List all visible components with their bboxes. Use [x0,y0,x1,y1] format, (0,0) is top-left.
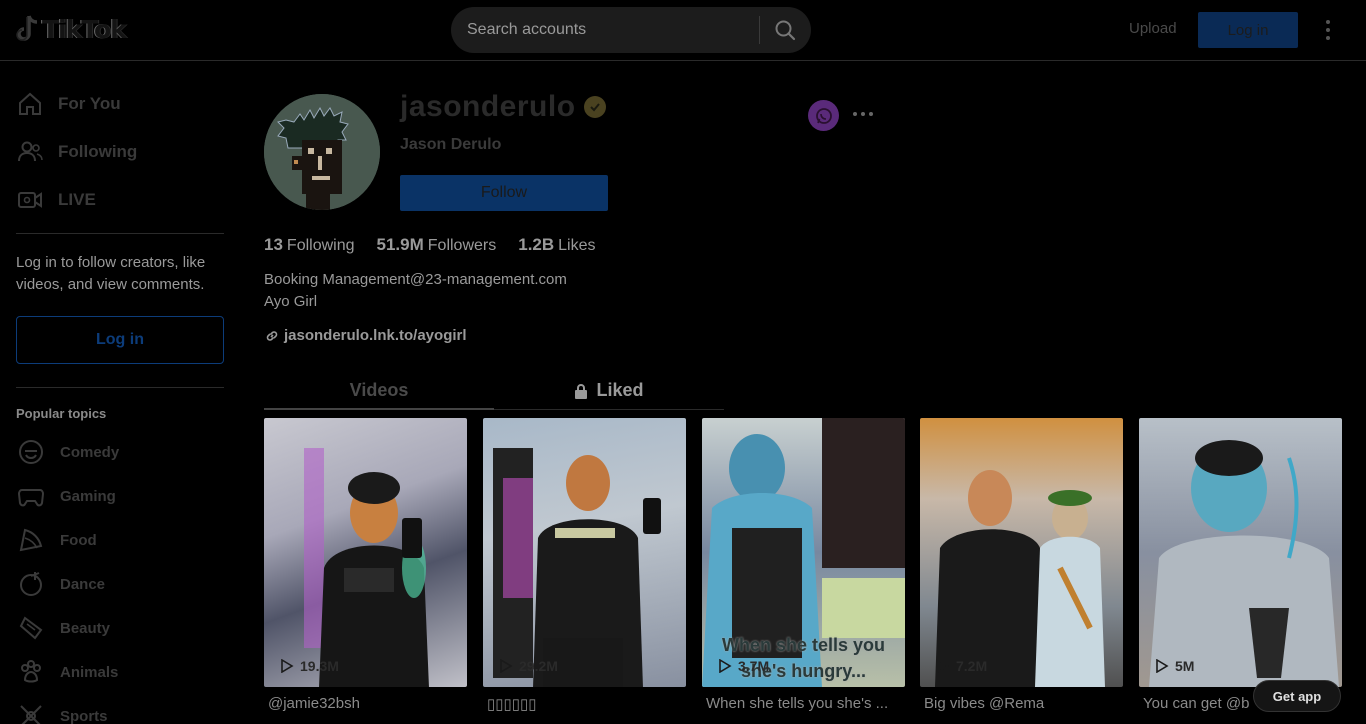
play-icon [1156,659,1169,673]
sidebar-item-label: LIVE [58,190,96,209]
profile-tabs: Videos Liked [264,372,724,410]
more-options-icon[interactable] [1318,18,1338,42]
play-icon [937,659,950,673]
topic-label: Dance [60,575,106,593]
video-views: 7.2M [936,658,987,674]
topic-dance[interactable]: Dance [16,569,105,599]
logo-text: TikTok [42,14,127,44]
lock-icon [575,383,588,399]
video-thumbnail[interactable]: When she tells you she's hungry... 3.7M [702,418,905,687]
whatsapp-share-icon[interactable] [808,100,839,131]
sidebar-item-for-you[interactable]: For You [16,90,121,118]
sidebar-divider [16,387,224,388]
bio-line: Ayo Girl [264,293,318,310]
play-icon [500,659,513,673]
paw-icon [16,657,46,687]
login-prompt-text: Log in to follow creators, like videos, … [16,254,206,293]
profile-avatar[interactable] [264,94,380,210]
profile-stats: 13 Following 51.9M Followers 1.2B Likes [264,235,596,255]
play-icon [281,659,294,673]
video-caption[interactable]: You can get @b [1143,695,1253,712]
topic-gaming[interactable]: Gaming [16,481,116,511]
link-text: jasonderulo.lnk.to/ayogirl [284,327,467,344]
tiktok-logo[interactable]: TikTok [16,14,127,44]
topic-comedy[interactable]: Comedy [16,437,119,467]
video-views: 19.3M [280,658,339,674]
video-thumbnail[interactable]: 19.3M [264,418,467,687]
sidebar-item-following[interactable]: Following [16,138,137,166]
topic-label: Comedy [60,443,120,461]
search-divider [759,16,760,44]
more-actions-icon[interactable] [853,112,873,116]
video-thumbnail[interactable]: 5M [1139,418,1342,687]
search-button[interactable] [769,15,801,45]
profile-username: jasonderulo [400,90,606,124]
link-icon [266,330,278,341]
topic-label: Gaming [60,487,116,505]
sidebar-item-label: For You [58,94,121,113]
video-views: 3.7M [718,658,769,674]
video-views: 29.2M [499,658,558,674]
topic-food[interactable]: Food [16,525,97,555]
topic-label: Beauty [60,619,111,637]
topic-sports[interactable]: Sports [16,701,108,724]
profile-link[interactable]: jasonderulo.lnk.to/ayogirl [264,327,467,344]
bio-line: Booking Management@23-management.com [264,271,567,288]
video-caption[interactable]: Big vibes @Rema [924,695,1127,712]
tiktok-note-icon [16,15,38,41]
active-tab-indicator [264,408,494,410]
gamepad-icon [16,481,46,511]
sidebar-item-live[interactable]: LIVE [16,186,96,214]
tab-liked[interactable]: Liked [494,372,724,409]
follow-button[interactable]: Follow [400,175,608,211]
beauty-icon [16,613,46,643]
get-app-button[interactable]: Get app [1253,680,1341,712]
sidebar-divider [16,233,224,234]
video-views: 5M [1155,658,1194,674]
topic-beauty[interactable]: Beauty [16,613,110,643]
sidebar-login-button[interactable]: Log in [16,316,224,364]
top-header: TikTok Upload Log in [0,0,1366,61]
sports-icon [16,701,46,724]
profile-nickname: Jason Derulo [400,136,502,153]
home-icon [16,90,44,118]
verified-badge-icon [583,96,606,118]
food-icon [16,525,46,555]
topic-animals[interactable]: Animals [16,657,118,687]
topic-label: Food [60,531,97,549]
username-text: jasonderulo [400,90,576,123]
topic-label: Sports [60,707,108,724]
video-caption[interactable]: @jamie32bsh [268,695,471,712]
header-login-button[interactable]: Log in [1198,12,1298,48]
live-icon [16,186,44,214]
followers-count[interactable]: 51.9M Followers [377,235,497,255]
comedy-icon [16,437,46,467]
sidebar: For You Following LIVE Log in to follow … [0,61,240,724]
popular-topics-title: Popular topics [16,406,107,421]
tab-videos[interactable]: Videos [264,372,494,409]
likes-count: 1.2B Likes [518,235,596,254]
search-icon [775,20,796,41]
topic-label: Animals [60,663,119,681]
following-count[interactable]: 13 Following [264,235,355,255]
search-bar [451,7,811,53]
play-icon [719,659,732,673]
dance-icon [16,569,46,599]
video-caption[interactable]: ▯▯▯▯▯▯ [487,695,690,713]
video-caption[interactable]: When she tells you she's ... [706,695,909,712]
profile-bio: Booking Management@23-management.com Ayo… [264,269,567,313]
sidebar-item-label: Following [58,142,138,161]
video-thumbnail[interactable]: 7.2M [920,418,1123,687]
video-thumbnail[interactable]: 29.2M [483,418,686,687]
upload-link[interactable]: Upload [1129,20,1177,37]
people-icon [16,138,44,166]
search-input[interactable] [467,7,747,53]
